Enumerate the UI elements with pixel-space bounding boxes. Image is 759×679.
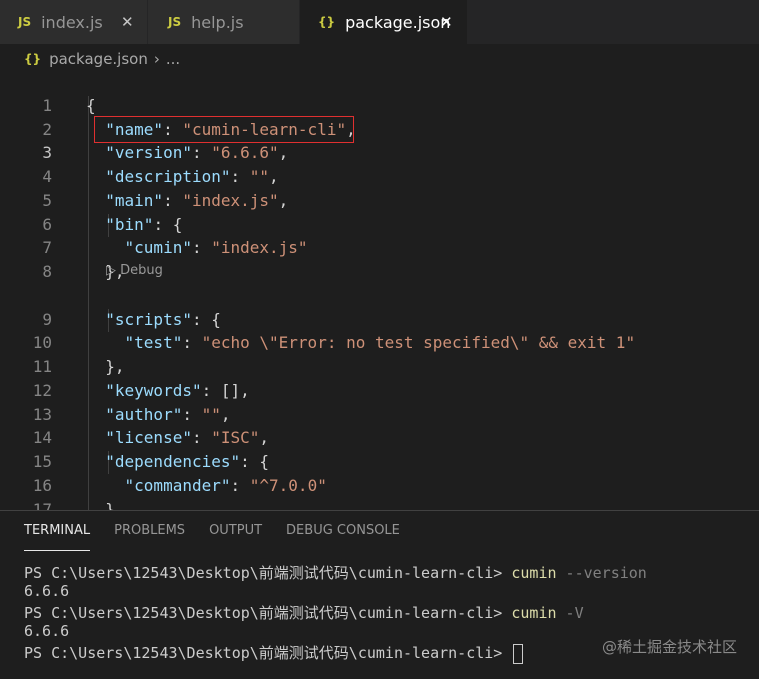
terminal-line[interactable]: PS C:\Users\12543\Desktop\前端测试代码\cumin-l… xyxy=(24,642,524,664)
code-line: 4 "description": "", xyxy=(0,142,759,186)
code-line: 15 "dependencies": { xyxy=(0,427,759,471)
javascript-file-icon: JS xyxy=(18,15,32,29)
code-line: 12 "keywords": [], xyxy=(0,356,759,400)
bottom-panel: TERMINAL PROBLEMS OUTPUT DEBUG CONSOLE P… xyxy=(0,510,759,679)
code-line: 14 "license": "ISC", xyxy=(0,403,759,447)
terminal-cursor xyxy=(513,643,524,664)
terminal-prompt: PS C:\Users\12543\Desktop\前端测试代码\cumin-l… xyxy=(24,564,512,582)
tab-label: index.js xyxy=(41,12,103,32)
terminal-command: cumin xyxy=(511,604,557,622)
terminal-command: cumin xyxy=(511,564,557,582)
editor-tab-bar: JS index.js ✕ JS help.js {} package.json… xyxy=(0,0,759,44)
code-line: 1{ xyxy=(0,74,759,115)
close-icon[interactable]: ✕ xyxy=(440,13,453,31)
terminal-argument: --version xyxy=(556,564,647,582)
version-highlight-box xyxy=(94,116,354,143)
watermark: @稀土掘金技术社区 xyxy=(601,638,737,656)
tab-terminal[interactable]: TERMINAL xyxy=(24,511,91,551)
debug-codelens[interactable]: ▷ Debug xyxy=(106,263,163,278)
chevron-right-icon: › xyxy=(153,50,160,68)
code-editor[interactable]: 1{ 2 "name": "cumin-learn-cli", 3 "versi… xyxy=(0,74,759,510)
code-line: } xyxy=(0,499,759,510)
terminal-argument: -V xyxy=(556,604,584,622)
tab-label: help.js xyxy=(191,12,244,32)
code-line: 16 "commander": "^7.0.0" xyxy=(0,451,759,495)
code-line: 5 "main": "index.js", xyxy=(0,166,759,210)
json-file-icon: {} xyxy=(318,15,336,29)
breadcrumb: {} package.json › ... xyxy=(0,44,759,74)
code-line: 7 "cumin": "index.js" xyxy=(0,213,759,257)
javascript-file-icon: JS xyxy=(168,15,182,29)
code-line: 13 "author": "", xyxy=(0,380,759,424)
tab-output[interactable]: OUTPUT xyxy=(209,511,262,551)
tab-help-js[interactable]: JS help.js xyxy=(148,0,300,44)
tab-bar-empty xyxy=(468,0,759,44)
terminal-output: 6.6.6 xyxy=(24,622,70,640)
line-number: 8 xyxy=(42,262,52,281)
breadcrumb-more[interactable]: ... xyxy=(166,50,180,68)
json-file-icon: {} xyxy=(24,52,42,66)
terminal-output: 6.6.6 xyxy=(24,582,70,600)
panel-tabs: TERMINAL PROBLEMS OUTPUT DEBUG CONSOLE xyxy=(0,511,400,551)
terminal-prompt: PS C:\Users\12543\Desktop\前端测试代码\cumin-l… xyxy=(24,604,512,622)
tab-debug-console[interactable]: DEBUG CONSOLE xyxy=(286,511,400,551)
code-line: 11 }, xyxy=(0,332,759,376)
close-icon[interactable]: ✕ xyxy=(121,13,134,31)
code-line: 17 } xyxy=(0,475,759,510)
terminal-prompt: PS C:\Users\12543\Desktop\前端测试代码\cumin-l… xyxy=(24,644,512,662)
code-line: 8 }, xyxy=(0,237,759,281)
breadcrumb-file[interactable]: package.json xyxy=(49,50,148,68)
code-line: 2 "name": "cumin-learn-cli", xyxy=(0,95,759,139)
tab-index-js[interactable]: JS index.js ✕ xyxy=(0,0,148,44)
tab-package-json[interactable]: {} package.json ✕ xyxy=(300,0,468,44)
tab-label: package.json xyxy=(345,12,451,32)
terminal-line: PS C:\Users\12543\Desktop\前端测试代码\cumin-l… xyxy=(24,602,584,623)
terminal-line: PS C:\Users\12543\Desktop\前端测试代码\cumin-l… xyxy=(24,562,647,583)
code-line: 9 "scripts": { xyxy=(0,285,759,329)
tab-problems[interactable]: PROBLEMS xyxy=(114,511,185,551)
code-line: 6 "bin": { xyxy=(0,190,759,234)
code-line: 10 "test": "echo \"Error: no test specif… xyxy=(0,308,759,352)
